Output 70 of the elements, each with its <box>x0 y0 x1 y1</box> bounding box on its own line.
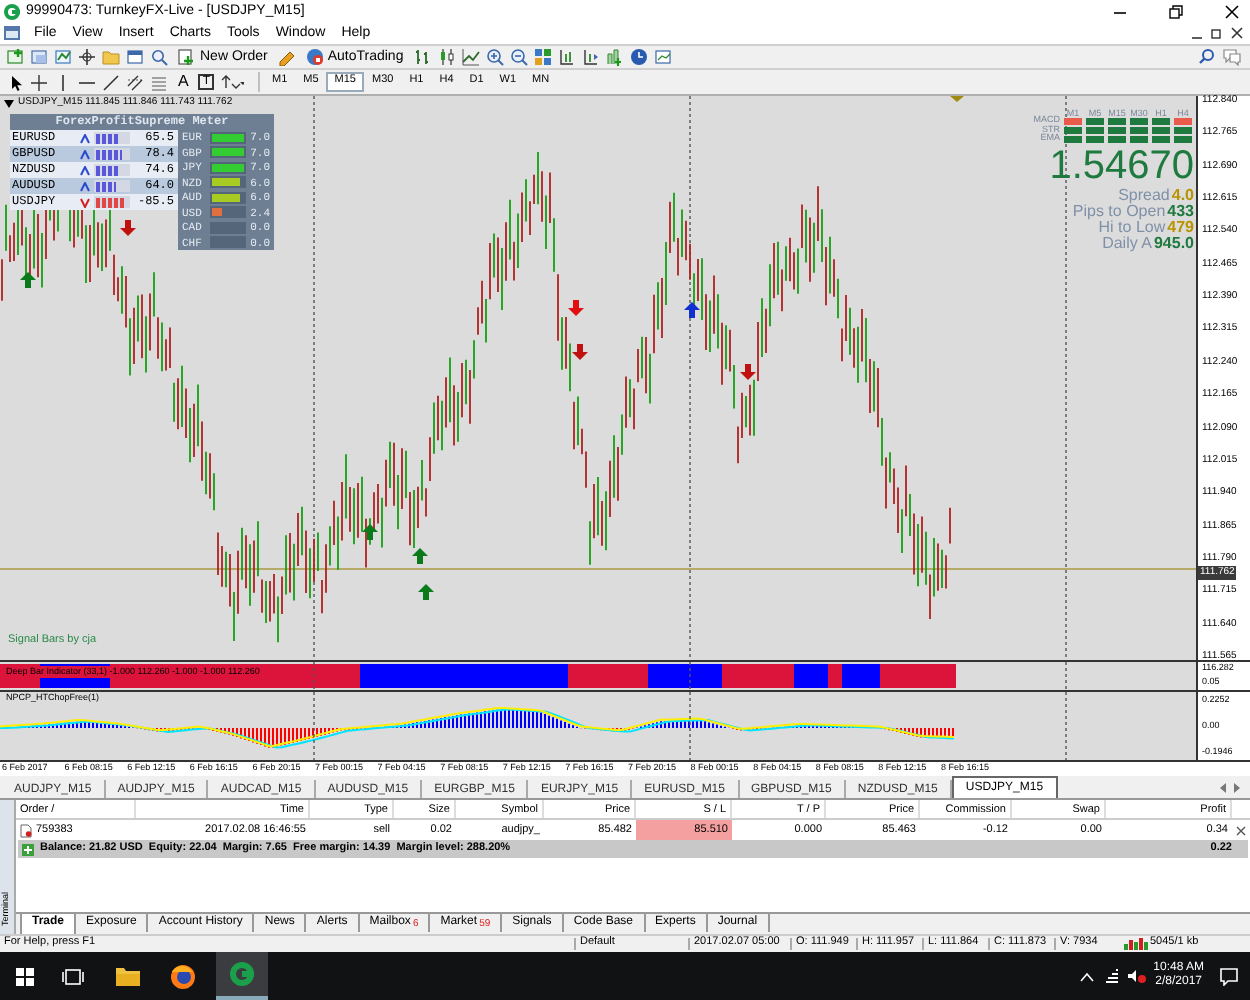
app-logo-icon <box>230 962 254 986</box>
indicators-icon[interactable] <box>605 48 624 66</box>
network-icon[interactable] <box>1103 968 1120 984</box>
arrow-down-icon <box>572 344 588 360</box>
chevron-up-icon[interactable] <box>1079 971 1094 981</box>
stat-value: 479 <box>1167 220 1194 236</box>
scroll-left-icon[interactable] <box>1218 782 1228 794</box>
chart-shift-icon[interactable] <box>581 48 600 66</box>
stat-label: Spread <box>1118 188 1170 204</box>
signal-cells-icon <box>1130 118 1148 144</box>
signal-cells-icon <box>1174 118 1192 144</box>
tile-windows-icon[interactable] <box>533 48 552 66</box>
stat-value: 433 <box>1167 204 1194 220</box>
stat-label: Pips to Open <box>1072 204 1166 220</box>
connection-bars-icon <box>1124 938 1148 950</box>
signal-cells-icon <box>1108 118 1126 144</box>
task-view-icon[interactable] <box>62 967 84 985</box>
arrows-icon[interactable] <box>220 73 245 91</box>
document-icon <box>4 26 20 40</box>
shift-marker-icon <box>950 96 964 102</box>
taskbar-app-button[interactable] <box>216 952 268 1000</box>
arrow-up-icon <box>412 548 428 564</box>
channel-icon[interactable] <box>126 73 144 91</box>
price-readout: 1.54670 <box>1049 144 1194 188</box>
clock-icon[interactable] <box>629 48 648 66</box>
order-icon <box>178 48 196 66</box>
arrow-up-icon <box>418 584 434 600</box>
magnifier-icon[interactable] <box>150 48 168 66</box>
windows-logo-icon[interactable] <box>16 967 34 985</box>
dropdown-triangle-icon[interactable] <box>4 99 14 107</box>
arrow-down-icon <box>740 364 756 380</box>
plus-icon[interactable] <box>22 843 34 855</box>
arrow-up-icon <box>20 272 36 288</box>
speaker-muted-icon[interactable] <box>1127 968 1146 984</box>
crosshair-icon[interactable] <box>30 73 48 91</box>
text-tool-button[interactable]: A <box>174 74 193 90</box>
market-watch-icon[interactable] <box>54 48 72 66</box>
scroll-right-icon[interactable] <box>1232 782 1242 794</box>
cursor-icon[interactable] <box>6 73 24 91</box>
zoom-in-icon[interactable] <box>485 48 504 66</box>
trend-line-icon[interactable] <box>102 73 120 91</box>
arrow-up-icon <box>362 524 378 540</box>
stat-label: Hi to Low <box>1098 220 1166 236</box>
close-icon[interactable] <box>1224 3 1240 19</box>
restore-icon[interactable] <box>1168 3 1184 19</box>
arrow-down-icon <box>568 300 584 316</box>
auto-trading-icon <box>305 48 324 66</box>
arrow-up-icon <box>684 302 700 318</box>
notification-icon[interactable] <box>1220 967 1238 985</box>
close-icon[interactable] <box>1236 825 1246 835</box>
stat-value: 4.0 <box>1171 188 1194 204</box>
template-icon[interactable] <box>653 48 672 66</box>
arrow-down-icon <box>120 220 136 236</box>
crosshair-icon[interactable] <box>78 48 96 66</box>
window-icon[interactable] <box>126 48 144 66</box>
candlestick-icon[interactable] <box>437 48 456 66</box>
browser-icon[interactable] <box>170 963 196 989</box>
zoom-out-icon[interactable] <box>509 48 528 66</box>
stat-label: Daily A <box>1102 236 1152 252</box>
folder-icon[interactable] <box>116 966 140 986</box>
signal-cells-icon <box>1086 118 1104 144</box>
line-chart-icon[interactable] <box>461 48 480 66</box>
new-chart-icon[interactable] <box>6 48 24 66</box>
signal-cells-icon <box>1152 118 1170 144</box>
stat-value: 945.0 <box>1153 236 1194 252</box>
search-icon[interactable] <box>1198 48 1216 66</box>
close-icon[interactable] <box>1230 26 1244 40</box>
signal-cells-icon <box>1064 118 1082 144</box>
bar-chart-icon[interactable] <box>413 48 432 66</box>
pencil-icon[interactable] <box>277 48 296 66</box>
